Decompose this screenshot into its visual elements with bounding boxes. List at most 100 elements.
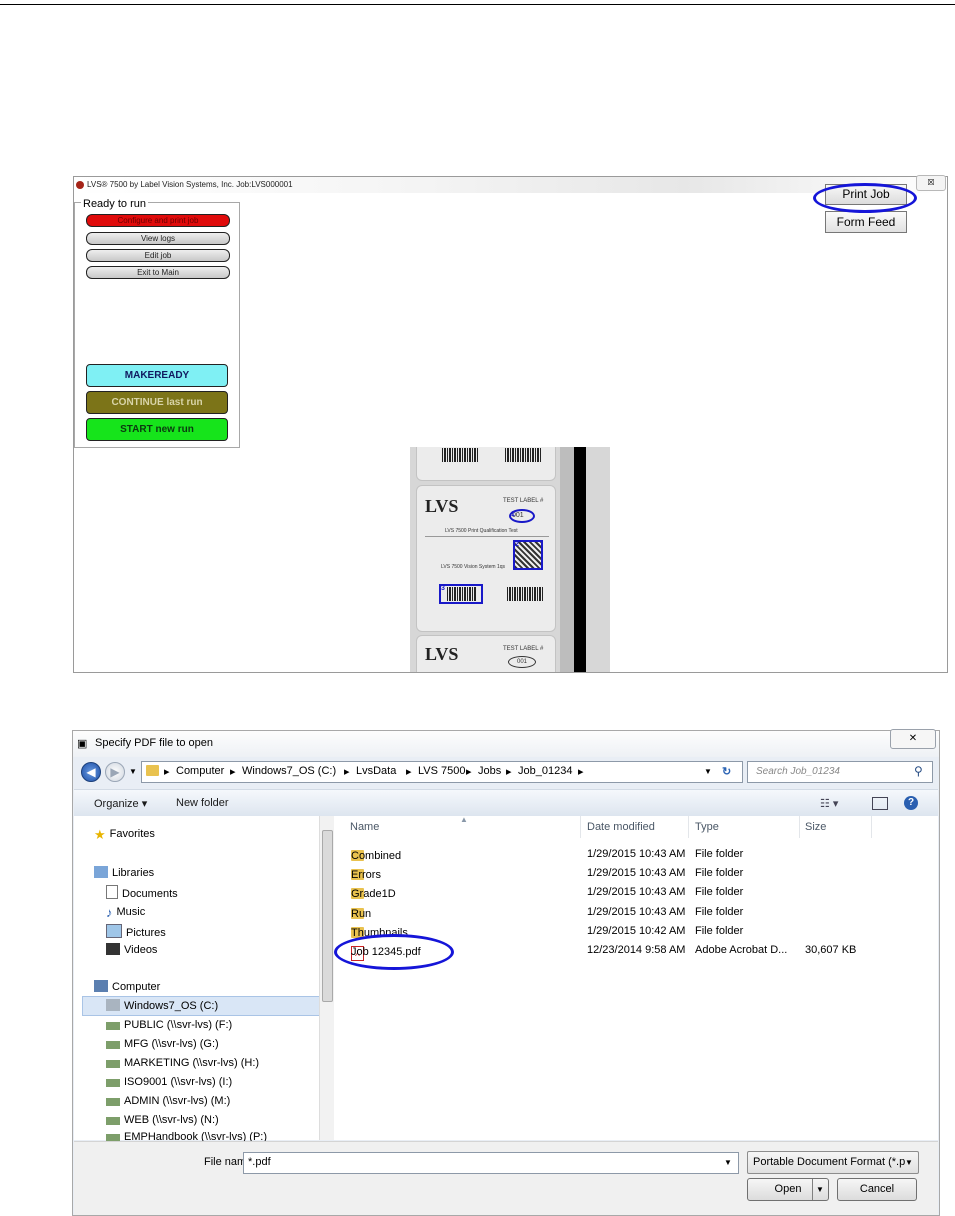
folder-icon <box>146 765 164 777</box>
makeready-button[interactable]: MAKEREADY <box>86 364 228 387</box>
nav-drive-label: ISO9001 (\\svr-lvs) (I:) <box>124 1076 233 1088</box>
dialog-title-bar: ▣ Specify PDF file to open <box>73 731 939 757</box>
breadcrumb-jobs[interactable]: Jobs <box>478 765 501 777</box>
scan-edge-shadow <box>574 447 586 672</box>
file-row[interactable]: Combined 1/29/2015 10:43 AM File folder <box>334 846 938 864</box>
vision-system-text: LVS 7500 Vision System 1qs <box>441 564 506 570</box>
barcode <box>447 587 477 601</box>
file-type: File folder <box>695 925 744 937</box>
nav-drive-i[interactable]: ISO9001 (\\svr-lvs) (I:) <box>106 1076 232 1088</box>
address-bar[interactable]: ▸ Computer ▸ Windows7_OS (C:) ▸ LvsData … <box>141 761 743 783</box>
file-row[interactable]: Errors 1/29/2015 10:43 AM File folder <box>334 865 938 883</box>
breadcrumb-job[interactable]: Job_01234 <box>518 765 572 777</box>
column-size[interactable]: Size <box>805 821 826 833</box>
dialog-footer: File name: *.pdf ▼ Portable Document For… <box>74 1141 938 1215</box>
qualification-text: LVS 7500 Print Qualification Test <box>445 528 518 534</box>
marker-3: 3 <box>441 585 445 592</box>
nav-scrollbar[interactable] <box>319 816 334 1140</box>
forward-button[interactable]: ▶ <box>105 762 125 782</box>
breadcrumb-sep-icon: ▸ <box>164 766 170 778</box>
nav-documents-label: Documents <box>122 888 178 900</box>
open-button[interactable]: Open ▼ <box>747 1178 829 1201</box>
column-date[interactable]: Date modified <box>587 821 655 833</box>
organize-menu[interactable]: Organize ▾ <box>94 797 147 810</box>
column-name[interactable]: Name <box>350 821 379 833</box>
exit-to-main-button[interactable]: Exit to Main <box>86 266 230 279</box>
new-folder-button[interactable]: New folder <box>176 797 229 809</box>
view-options-icon[interactable]: ☷ ▾ <box>820 797 838 810</box>
configure-print-job-button[interactable]: Configure and print job <box>86 214 230 227</box>
breadcrumb-computer[interactable]: Computer <box>176 765 224 777</box>
recent-pages-chevron-icon[interactable]: ▼ <box>129 767 137 776</box>
label-current: LVS TEST LABEL # 001 1 LVS 7500 Print Qu… <box>416 485 556 632</box>
file-size: 30,607 KB <box>805 944 857 956</box>
breadcrumb-drive[interactable]: Windows7_OS (C:) <box>242 765 336 777</box>
nav-drive-label: MARKETING (\\svr-lvs) (H:) <box>124 1057 260 1069</box>
open-options-dropdown-icon[interactable]: ▼ <box>816 1179 824 1200</box>
nav-drive-n[interactable]: WEB (\\svr-lvs) (N:) <box>106 1114 219 1126</box>
nav-documents[interactable]: Documents <box>106 885 178 900</box>
nav-libraries[interactable]: Libraries <box>94 866 154 879</box>
column-type[interactable]: Type <box>695 821 719 833</box>
test-label-text: TEST LABEL # <box>503 498 544 504</box>
lvs-window: LVS® 7500 by Label Vision Systems, Inc. … <box>73 175 948 673</box>
network-drive-icon <box>106 1117 120 1125</box>
search-input[interactable]: Search Job_01234 ⚲ <box>747 761 933 783</box>
column-divider <box>580 816 581 838</box>
nav-computer[interactable]: Computer <box>94 980 160 993</box>
breadcrumb-sep-icon: ▸ <box>406 766 412 778</box>
nav-videos[interactable]: Videos <box>106 943 157 956</box>
nav-drive-c[interactable]: Windows7_OS (C:) <box>106 999 218 1012</box>
lvs-close-button[interactable]: ☒ <box>916 175 946 191</box>
form-feed-button[interactable]: Form Feed <box>825 211 907 233</box>
documents-icon <box>106 885 118 899</box>
nav-favorites-label: Favorites <box>109 828 155 840</box>
file-type: File folder <box>695 848 744 860</box>
view-logs-button[interactable]: View logs <box>86 232 230 245</box>
file-name-dropdown-icon[interactable]: ▼ <box>724 1158 732 1167</box>
search-placeholder: Search Job_01234 <box>756 766 840 777</box>
search-icon[interactable]: ⚲ <box>914 764 923 778</box>
file-row[interactable]: Grade1D 1/29/2015 10:43 AM File folder <box>334 884 938 902</box>
pdf-file-highlight-ellipse <box>334 934 454 970</box>
libraries-icon <box>94 866 108 878</box>
dialog-icon: ▣ <box>77 738 88 750</box>
file-type: File folder <box>695 906 744 918</box>
breadcrumb-lvsdata[interactable]: LvsData <box>356 765 396 777</box>
nav-favorites[interactable]: ★ Favorites <box>94 827 155 842</box>
open-file-dialog: ▣ Specify PDF file to open ✕ ◀ ▶ ▼ ▸ Com… <box>72 729 940 1216</box>
cancel-button[interactable]: Cancel <box>837 1178 917 1201</box>
file-name-input[interactable]: *.pdf ▼ <box>243 1152 739 1174</box>
status-label: Ready to run <box>81 198 148 210</box>
nav-drive-g[interactable]: MFG (\\svr-lvs) (G:) <box>106 1038 219 1050</box>
nav-drive-label: PUBLIC (\\svr-lvs) (F:) <box>124 1019 233 1031</box>
file-list: Name ▲ Date modified Type Size Combined … <box>334 815 938 1140</box>
file-date: 1/29/2015 10:43 AM <box>587 906 686 918</box>
nav-drive-f[interactable]: PUBLIC (\\svr-lvs) (F:) <box>106 1019 232 1031</box>
dialog-close-button[interactable]: ✕ <box>890 729 936 749</box>
address-row: ◀ ▶ ▼ ▸ Computer ▸ Windows7_OS (C:) ▸ Lv… <box>73 757 939 785</box>
file-type-select[interactable]: Portable Document Format (*.p ▼ <box>747 1151 919 1174</box>
file-type: File folder <box>695 867 744 879</box>
nav-libraries-label: Libraries <box>112 867 155 879</box>
nav-pictures[interactable]: Pictures <box>106 924 166 939</box>
edit-job-button[interactable]: Edit job <box>86 249 230 262</box>
nav-drive-h[interactable]: MARKETING (\\svr-lvs) (H:) <box>106 1057 259 1069</box>
breadcrumb-lvs7500[interactable]: LVS 7500 <box>418 765 466 777</box>
preview-pane-icon[interactable] <box>872 797 888 810</box>
file-type: Adobe Acrobat D... <box>695 944 788 956</box>
start-new-run-button[interactable]: START new run <box>86 418 228 441</box>
file-row[interactable]: Run 1/29/2015 10:43 AM File folder <box>334 904 938 922</box>
network-drive-icon <box>106 1060 120 1068</box>
nav-scrollbar-thumb[interactable] <box>322 830 333 1002</box>
nav-drive-m[interactable]: ADMIN (\\svr-lvs) (M:) <box>106 1095 230 1107</box>
back-button[interactable]: ◀ <box>81 762 101 782</box>
file-type-filter-value: Portable Document Format (*.p <box>753 1156 906 1168</box>
barcode <box>507 587 543 601</box>
help-icon[interactable]: ? <box>904 796 918 810</box>
address-dropdown-icon[interactable]: ▼ <box>704 767 712 776</box>
filter-dropdown-icon[interactable]: ▼ <box>905 1158 913 1167</box>
continue-last-run-button[interactable]: CONTINUE last run <box>86 391 228 414</box>
nav-music[interactable]: ♪ Music <box>106 905 145 920</box>
refresh-icon[interactable]: ↻ <box>722 765 731 778</box>
